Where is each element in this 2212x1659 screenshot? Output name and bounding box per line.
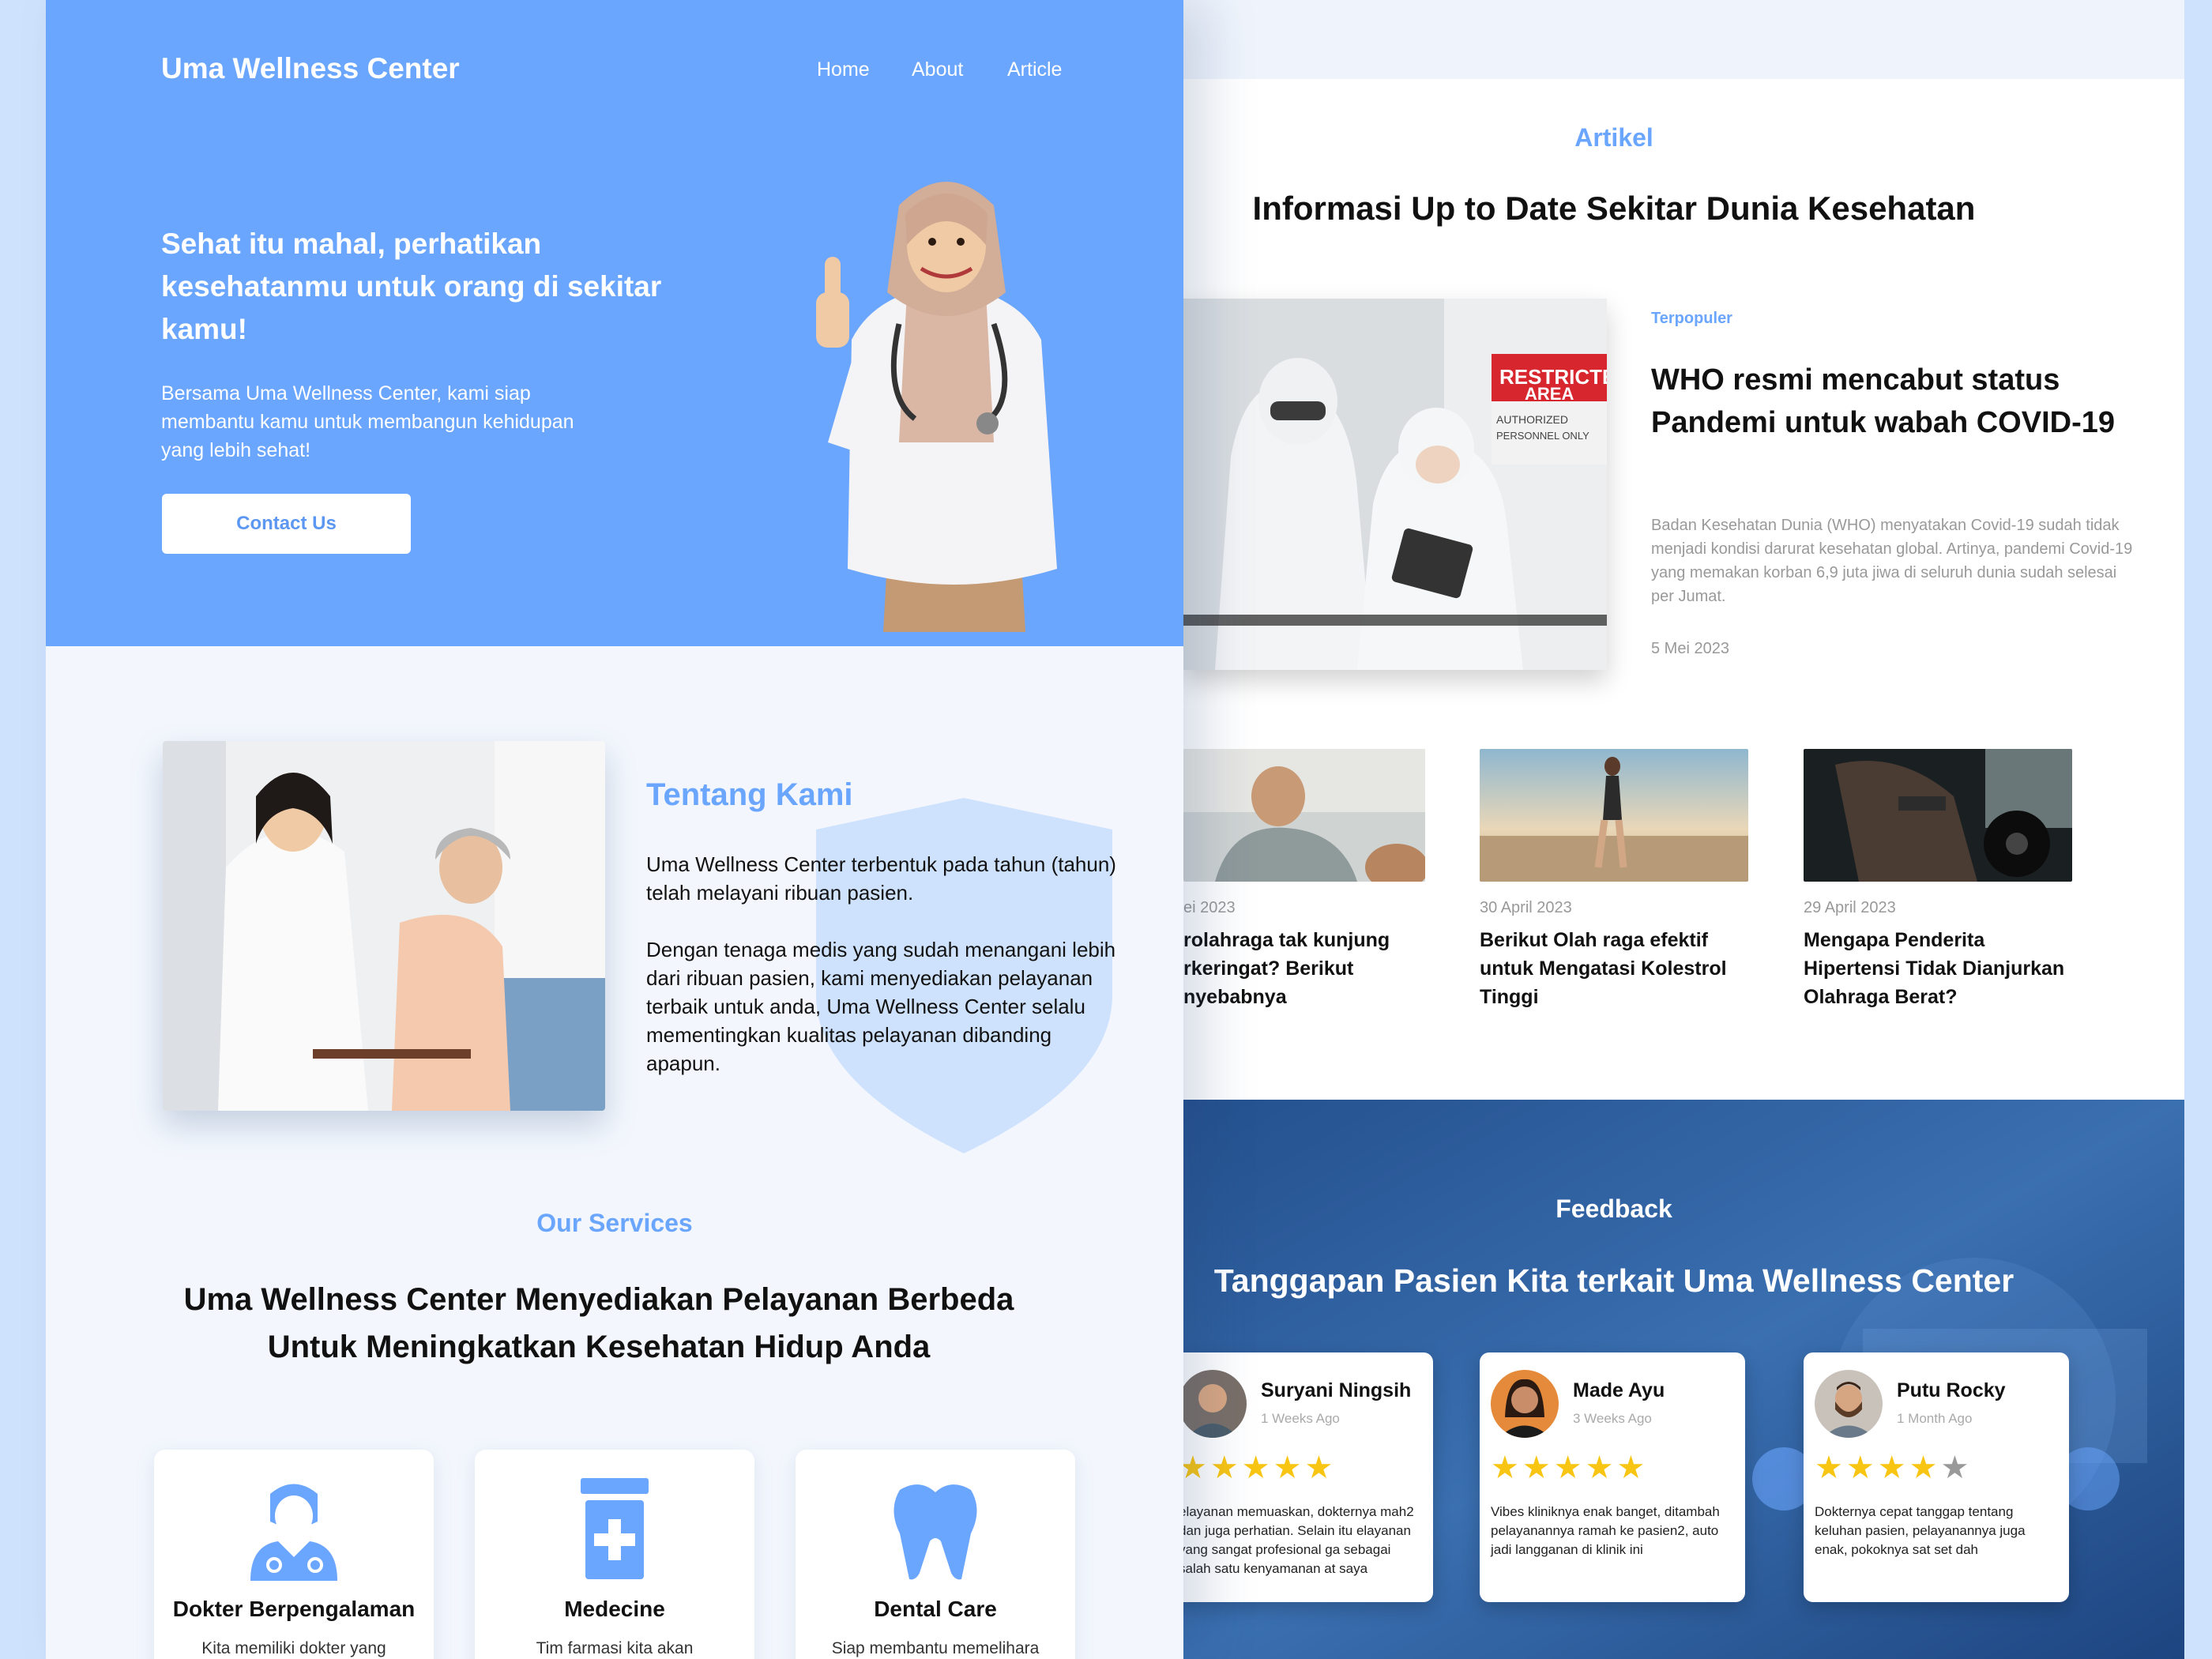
article-date: 29 April 2023 bbox=[1804, 899, 1896, 916]
about-photo bbox=[163, 741, 605, 1111]
feedback-label: Feedback bbox=[1556, 1194, 1672, 1223]
article-date: ei 2023 bbox=[1183, 899, 1236, 916]
articles-label: Artikel bbox=[1574, 123, 1653, 152]
featured-article-date: 5 Mei 2023 bbox=[1651, 640, 1729, 657]
review-text: elayanan memuaskan, dokternya mah2 dan j… bbox=[1183, 1504, 1414, 1576]
star-filled-icon: ★ bbox=[1491, 1450, 1522, 1485]
sign-personnel: PERSONNEL ONLY bbox=[1496, 430, 1589, 442]
articles-title: Informasi Up to Date Sekitar Dunia Keseh… bbox=[1252, 190, 1976, 227]
about-heading: Tentang Kami bbox=[646, 777, 853, 812]
doctor-icon bbox=[250, 1484, 337, 1581]
review-text: Vibes kliniknya enak banget, ditambah pe… bbox=[1491, 1504, 1720, 1557]
landing-page-panel: Uma Wellness Center Home About Article S… bbox=[46, 0, 1183, 1659]
service-card-title: Dental Care bbox=[874, 1597, 997, 1621]
contact-us-button[interactable]: Contact Us bbox=[162, 494, 411, 554]
hero-subtitle: Bersama Uma Wellness Center, kami siap m… bbox=[161, 382, 574, 461]
service-card-dental[interactable]: Dental Care Siap membantu memelihara bbox=[796, 1450, 1075, 1659]
rating-stars: ★★★★★ bbox=[1491, 1450, 1648, 1485]
rating-stars: ★★★★★ bbox=[1183, 1450, 1336, 1485]
review-time: 1 Weeks Ago bbox=[1261, 1411, 1340, 1426]
reviewer-name: Putu Rocky bbox=[1897, 1379, 2006, 1401]
service-card-desc: Kita memiliki dokter yang bbox=[201, 1639, 386, 1657]
popular-tag: Terpopuler bbox=[1651, 310, 1732, 327]
article-image[interactable] bbox=[1804, 749, 2072, 882]
star-empty-icon: ★ bbox=[1940, 1450, 1973, 1485]
services-title: Uma Wellness Center Menyediakan Pelayana… bbox=[183, 1282, 1014, 1364]
star-filled-icon: ★ bbox=[1909, 1450, 1941, 1485]
avatar bbox=[1815, 1370, 1883, 1438]
article-image[interactable] bbox=[1480, 749, 1748, 882]
article-feedback-panel: Artikel Informasi Up to Date Sekitar Dun… bbox=[1183, 0, 2184, 1659]
nav-article[interactable]: Article bbox=[1007, 58, 1062, 81]
about-paragraph-1: Uma Wellness Center terbentuk pada tahun… bbox=[646, 852, 1116, 905]
star-filled-icon: ★ bbox=[1273, 1450, 1305, 1485]
feedback-title: Tanggapan Pasien Kita terkait Uma Wellne… bbox=[1213, 1262, 2014, 1299]
star-filled-icon: ★ bbox=[1183, 1450, 1210, 1485]
star-filled-icon: ★ bbox=[1845, 1450, 1878, 1485]
star-filled-icon: ★ bbox=[1877, 1450, 1909, 1485]
doctor-hero-image bbox=[816, 182, 1057, 632]
sign-authorized: AUTHORIZED bbox=[1496, 413, 1568, 426]
review-card: Suryani Ningsih 1 Weeks Ago ★★★★★ elayan… bbox=[1183, 1352, 1433, 1602]
medicine-bottle-icon bbox=[581, 1478, 649, 1579]
featured-article-title[interactable]: WHO resmi mencabut status Pandemi untuk … bbox=[1651, 359, 2141, 444]
nav-home[interactable]: Home bbox=[817, 58, 870, 81]
star-filled-icon: ★ bbox=[1616, 1450, 1649, 1485]
about-paragraph-2: Dengan tenaga medis yang sudah menangani… bbox=[646, 938, 1116, 1075]
services-label: Our Services bbox=[536, 1209, 693, 1237]
featured-article-excerpt: Badan Kesehatan Dunia (WHO) menyatakan C… bbox=[1651, 517, 2133, 605]
nav-about[interactable]: About bbox=[912, 58, 963, 81]
rating-stars: ★★★★★ bbox=[1815, 1450, 1972, 1485]
review-text: Dokternya cepat tanggap tentang keluhan … bbox=[1815, 1504, 2026, 1557]
article-title[interactable]: Mengapa Penderita Hipertensi Tidak Dianj… bbox=[1804, 926, 2072, 1011]
star-filled-icon: ★ bbox=[1585, 1450, 1617, 1485]
service-card-desc: Siap membantu memelihara bbox=[831, 1639, 1040, 1657]
feedback-section: Feedback Tanggapan Pasien Kita terkait U… bbox=[1183, 1100, 2184, 1659]
top-strip bbox=[1183, 0, 2184, 79]
article-title[interactable]: Berikut Olah raga efektif untuk Mengatas… bbox=[1480, 926, 1748, 1011]
tooth-icon bbox=[893, 1484, 977, 1580]
service-card-title: Medecine bbox=[564, 1597, 665, 1621]
brand-logo[interactable]: Uma Wellness Center bbox=[161, 52, 460, 85]
star-filled-icon: ★ bbox=[1553, 1450, 1586, 1485]
featured-article-image[interactable]: RESTRICTED AREA AUTHORIZED PERSONNEL ONL… bbox=[1183, 299, 1607, 670]
review-card: Made Ayu 3 Weeks Ago ★★★★★ Vibes klinikn… bbox=[1480, 1352, 1745, 1602]
service-card-desc: Tim farmasi kita akan bbox=[536, 1639, 694, 1657]
article-title[interactable]: rolahraga tak kunjung rkeringat? Berikut… bbox=[1183, 926, 1425, 1011]
reviewer-name: Made Ayu bbox=[1573, 1379, 1665, 1401]
hero-section: Uma Wellness Center Home About Article S… bbox=[46, 0, 1183, 646]
star-filled-icon: ★ bbox=[1522, 1450, 1554, 1485]
service-card-title: Dokter Berpengalaman bbox=[172, 1597, 416, 1621]
avatar bbox=[1183, 1370, 1247, 1438]
avatar bbox=[1491, 1370, 1559, 1438]
sign-area: AREA bbox=[1525, 384, 1574, 404]
star-filled-icon: ★ bbox=[1241, 1450, 1273, 1485]
review-time: 1 Month Ago bbox=[1897, 1411, 1973, 1426]
reviewer-name: Suryani Ningsih bbox=[1261, 1379, 1412, 1401]
review-card: Putu Rocky 1 Month Ago ★★★★★ Dokternya c… bbox=[1804, 1352, 2069, 1602]
service-card-medicine[interactable]: Medecine Tim farmasi kita akan bbox=[475, 1450, 754, 1659]
star-filled-icon: ★ bbox=[1815, 1450, 1846, 1485]
review-time: 3 Weeks Ago bbox=[1573, 1411, 1652, 1426]
star-filled-icon: ★ bbox=[1209, 1450, 1242, 1485]
article-date: 30 April 2023 bbox=[1480, 899, 1572, 916]
hero-title: Sehat itu mahal, perhatikan kesehatanmu … bbox=[161, 228, 662, 345]
service-card-doctor[interactable]: Dokter Berpengalaman Kita memiliki dokte… bbox=[154, 1450, 434, 1659]
star-filled-icon: ★ bbox=[1304, 1450, 1337, 1485]
article-image[interactable] bbox=[1183, 749, 1425, 882]
